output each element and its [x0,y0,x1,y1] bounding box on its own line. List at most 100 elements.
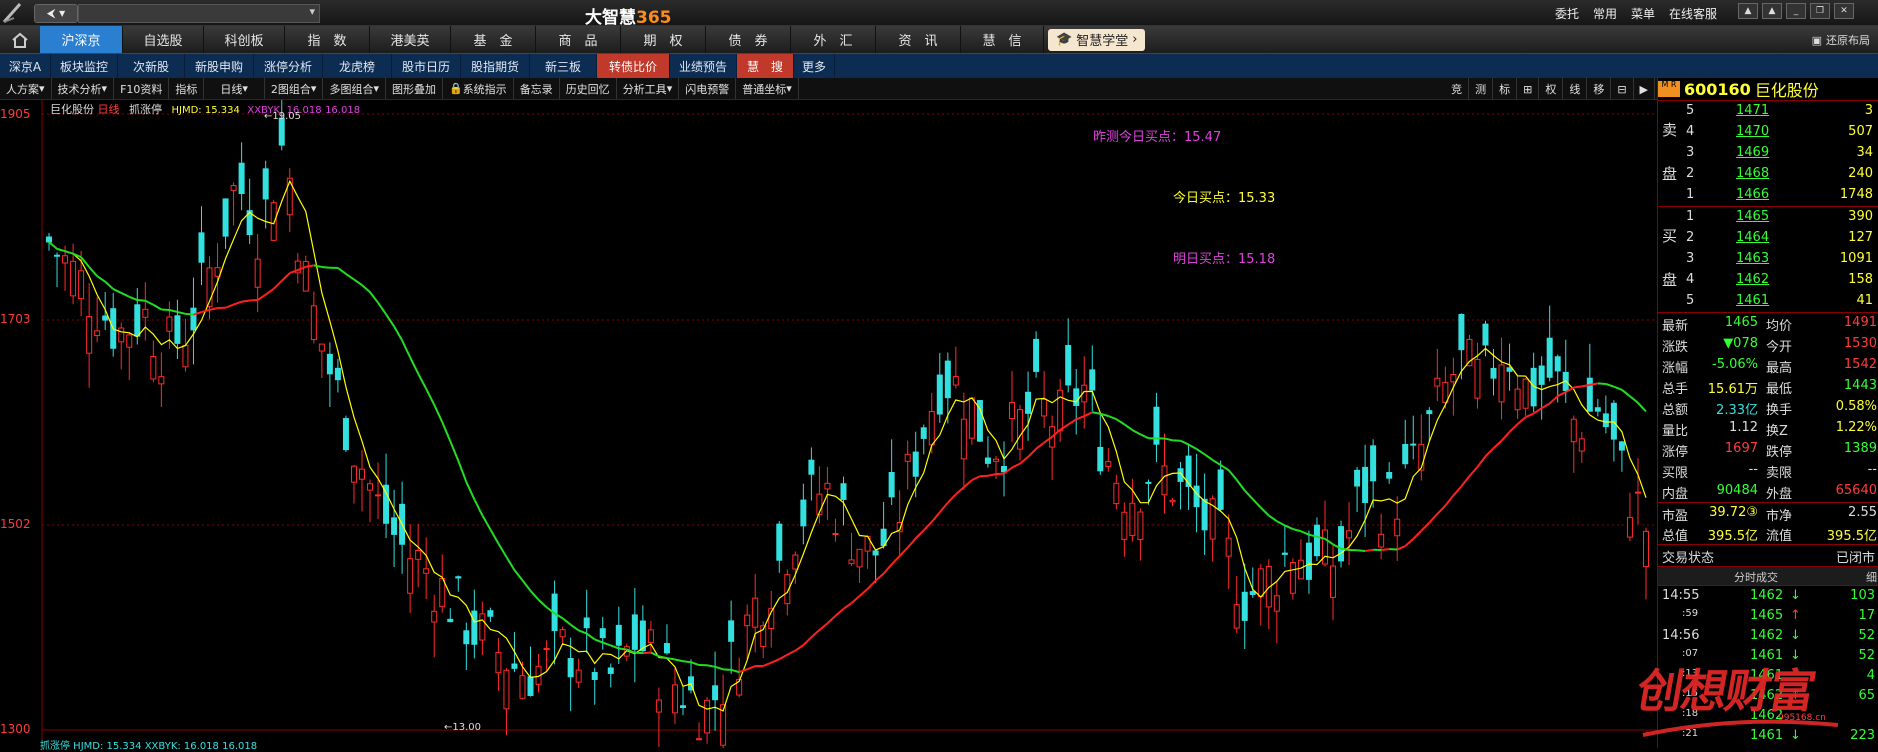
tool-overlay[interactable]: 图形叠加 [386,78,443,99]
candle-body [777,524,782,560]
window-links: 委托 常用 菜单 在线客服 [1555,5,1717,22]
tool-indicator[interactable]: 指标 [169,78,204,99]
tool-period[interactable]: 日线 ▾ [204,78,265,99]
subnav-sector-monitor[interactable]: 板块监控 [51,54,118,78]
tool-mark-button[interactable]: 标 [1493,78,1517,100]
tool-flash-alert[interactable]: 闪电预警 [679,78,736,99]
ma-slow-segment [522,580,530,590]
menu-news[interactable]: 资 讯 [876,26,961,53]
ask-row[interactable]: 514713 [1658,101,1878,122]
bid-row[interactable]: 11465390 [1658,207,1878,228]
tool-history[interactable]: 历史回忆 [560,78,617,99]
ticks-tab-timesales[interactable]: 分时成交 [1734,569,1778,585]
window-icon[interactable]: ⊟ [1611,78,1633,100]
ma-slow-segment [210,308,218,310]
tool-measure-button[interactable]: 测 [1469,78,1493,100]
subnav-futures[interactable]: 股指期货 [461,54,530,78]
kline-chart[interactable]: 1905 1703 1502 1300 巨化股份 日线 抓涨停 HJMD: 15… [0,100,1657,748]
menu-bonds[interactable]: 债 券 [706,26,791,53]
subnav-convertible[interactable]: 转债比价 [597,54,670,78]
ask-row[interactable]: 41470507 [1658,122,1878,143]
subnav-search[interactable]: 慧 搜 [737,54,794,78]
stat-value: 2.33亿 [1716,399,1758,418]
tool-memo[interactable]: 备忘录 [514,78,560,99]
menu-commodity[interactable]: 商 品 [536,26,621,53]
search-input[interactable]: ▾ [78,4,320,23]
subnav-dragon-tiger[interactable]: 龙虎榜 [323,54,392,78]
tool-system-signal[interactable]: 🔒 系统指示 [443,78,514,99]
ma-slow-segment [338,268,346,274]
candle-body [1483,324,1488,345]
subnav-earnings[interactable]: 业绩预告 [670,54,737,78]
pin-icon[interactable]: ▲ [1738,3,1758,19]
ma-slow-segment [1469,467,1477,476]
tool-line-button[interactable]: 线 [1563,78,1587,100]
bid-row[interactable]: 5146141 [1658,291,1878,312]
ask-row[interactable]: 3146934 [1658,143,1878,164]
ma-slow-segment [362,285,370,292]
ask-row[interactable]: 114661748 [1658,185,1878,206]
home-icon[interactable] [0,26,40,53]
tool-analysis-tools[interactable]: 分析工具 ▾ [617,78,680,99]
menu-huixin[interactable]: 慧 信 [961,26,1044,53]
back-forward-button[interactable]: ⮜ ▾ [34,4,78,23]
tool-two-charts[interactable]: 2图组合 ▾ [265,78,324,99]
candle-body [496,652,501,672]
candle-body [1427,411,1432,414]
subnav-new-stocks[interactable]: 次新股 [118,54,185,78]
up-icon[interactable]: ▲ [1762,3,1782,19]
ma-slow-segment [996,474,1004,475]
bid-row[interactable]: 21464127 [1658,228,1878,249]
bid-row[interactable]: 41462158 [1658,270,1878,291]
trade-link[interactable]: 委托 [1555,5,1579,22]
tool-coordinate[interactable]: 普通坐标 ▾ [736,78,799,99]
tool-f10[interactable]: F10资料 [114,78,169,99]
minimize-icon[interactable]: _ [1786,3,1806,19]
tool-scheme[interactable]: 人方案 ▾ [0,78,52,99]
tool-move-button[interactable]: 移 [1587,78,1611,100]
candle-body [1090,370,1095,390]
menu-link[interactable]: 菜单 [1631,5,1655,22]
menu-options[interactable]: 期 权 [621,26,706,53]
ma-slow-segment [1606,384,1614,387]
menu-hk-us-uk[interactable]: 港美英 [370,26,451,53]
close-icon[interactable]: ✕ [1834,3,1854,19]
subnav-limit-up[interactable]: 涨停分析 [254,54,323,78]
tool-tech-analysis[interactable]: 技术分析 ▾ [52,78,115,99]
candle-body [1579,439,1584,451]
restore-layout[interactable]: ▣ 还原布局 [1812,32,1870,48]
menu-index[interactable]: 指 数 [285,26,370,53]
bid-row[interactable]: 314631091 [1658,249,1878,270]
ma-slow-segment [145,301,153,305]
menu-watchlist[interactable]: 自选股 [123,26,204,53]
academy-button[interactable]: 🎓 智慧学堂 › [1048,29,1145,51]
ask-volume: 3 [1865,103,1873,118]
tool-bid-button[interactable]: 竞 [1445,78,1469,100]
candle-body [1539,366,1544,384]
support-link[interactable]: 在线客服 [1669,5,1717,22]
ticks-tab-detail[interactable]: 细 [1866,569,1877,585]
tool-rights-button[interactable]: 权 [1539,78,1563,100]
stat-value: -- [1868,462,1877,477]
candle-body [480,614,485,640]
subnav-neeq[interactable]: 新三板 [530,54,597,78]
common-link[interactable]: 常用 [1593,5,1617,22]
ma-slow-segment [1614,387,1622,390]
ma-slow-segment [1534,408,1542,413]
maximize-icon[interactable]: ❐ [1810,3,1830,19]
ask-row[interactable]: 21468240 [1658,164,1878,185]
chevron-down-icon[interactable]: ▾ [309,5,315,18]
ma-slow-segment [442,422,450,441]
menu-fund[interactable]: 基 金 [451,26,536,53]
play-icon[interactable]: ▶ [1634,78,1655,100]
subnav-a-shares[interactable]: 深京A [0,54,51,78]
tool-multi-charts[interactable]: 多图组合 ▾ [323,78,386,99]
menu-hushenjing[interactable]: 沪深京 [40,26,123,53]
menu-star-market[interactable]: 科创板 [204,26,285,53]
grid-icon[interactable]: ⊞ [1517,78,1539,100]
subnav-ipo[interactable]: 新股申购 [185,54,254,78]
candle-body [1170,500,1175,501]
menu-forex[interactable]: 外 汇 [791,26,876,53]
subnav-more[interactable]: 更多 [794,54,835,78]
subnav-calendar[interactable]: 股市日历 [392,54,461,78]
